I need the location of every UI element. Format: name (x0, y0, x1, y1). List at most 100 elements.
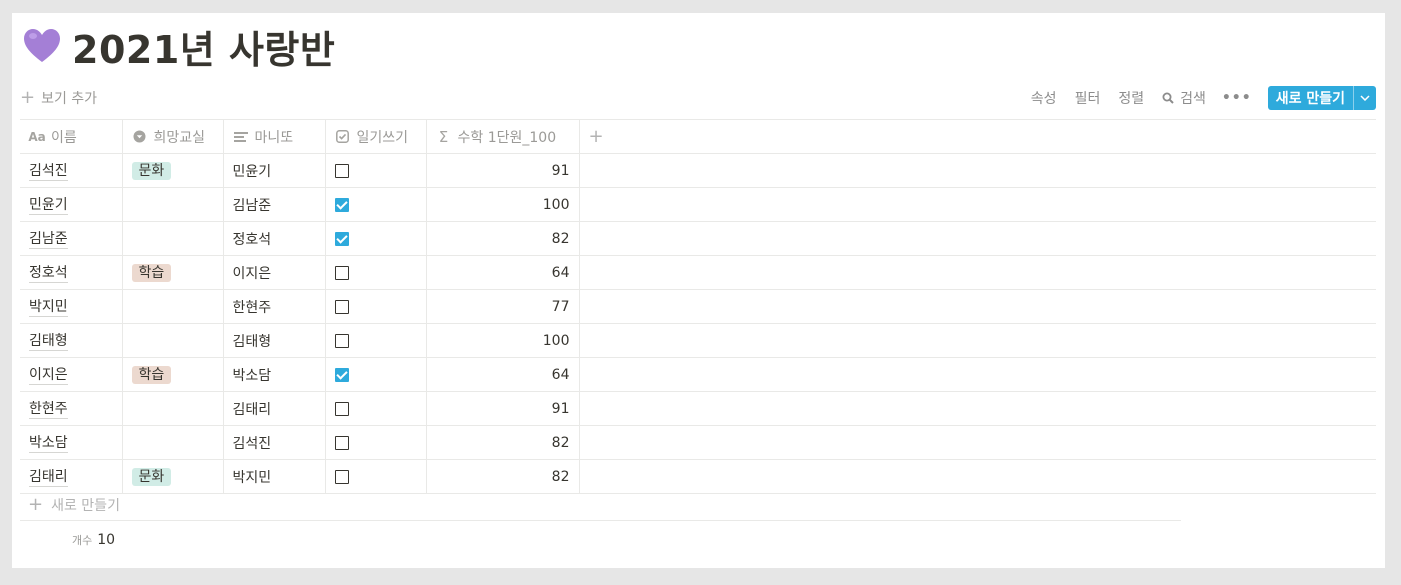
math-cell[interactable]: 100 (426, 187, 580, 222)
math-cell[interactable]: 82 (426, 425, 580, 460)
empty-cell (579, 153, 1376, 188)
room-cell[interactable] (122, 221, 224, 256)
diary-cell (325, 357, 427, 392)
more-icon[interactable]: ••• (1222, 90, 1252, 106)
plus-icon: + (28, 494, 44, 515)
new-row-button[interactable]: + 새로 만들기 (20, 490, 1181, 521)
table-row[interactable]: 김석진 문화 민윤기 91 (20, 153, 1376, 188)
add-view-button[interactable]: + 보기 추가 (20, 88, 97, 108)
name-cell[interactable]: 박소담 (20, 425, 123, 460)
manito-cell[interactable]: 박지민 (223, 459, 326, 494)
toolbar-actions: 속성 필터 정렬 검색 ••• 새로 만들기 (1013, 86, 1376, 110)
manito-cell[interactable]: 민윤기 (223, 153, 326, 188)
table-row[interactable]: 박소담 김석진 82 (20, 425, 1376, 460)
manito-cell[interactable]: 한현주 (223, 289, 326, 324)
manito-name: 정호석 (232, 231, 272, 248)
new-button[interactable]: 새로 만들기 (1267, 86, 1376, 110)
name-cell[interactable]: 한현주 (20, 391, 123, 426)
student-name: 이지은 (29, 364, 68, 385)
diary-checkbox[interactable] (334, 333, 349, 348)
room-tag: 학습 (131, 263, 172, 282)
table-row[interactable]: 박지민 한현주 77 (20, 289, 1376, 324)
table-row[interactable]: 민윤기 김남준 100 (20, 187, 1376, 222)
filter-button[interactable]: 필터 (1075, 88, 1101, 108)
table-row[interactable]: 한현주 김태리 91 (20, 391, 1376, 426)
diary-checkbox[interactable] (334, 231, 349, 246)
math-cell[interactable]: 82 (426, 221, 580, 256)
column-header-name[interactable]: Aa 이름 (20, 119, 123, 154)
properties-button[interactable]: 속성 (1031, 88, 1057, 108)
manito-cell[interactable]: 정호석 (223, 221, 326, 256)
manito-cell[interactable]: 김남준 (223, 187, 326, 222)
room-cell[interactable]: 학습 (122, 357, 224, 392)
add-view-label: 보기 추가 (41, 91, 98, 107)
diary-checkbox[interactable] (334, 265, 349, 280)
math-cell[interactable]: 91 (426, 153, 580, 188)
column-header-room[interactable]: 희망교실 (122, 119, 224, 154)
empty-cell (579, 255, 1376, 290)
chevron-down-icon[interactable] (1353, 86, 1376, 110)
diary-checkbox[interactable] (334, 197, 349, 212)
name-cell[interactable]: 김태형 (20, 323, 123, 358)
name-cell[interactable]: 민윤기 (20, 187, 123, 222)
diary-checkbox[interactable] (334, 469, 349, 484)
add-column-button[interactable]: + (579, 119, 1376, 154)
manito-cell[interactable]: 김석진 (223, 425, 326, 460)
checkbox-icon (335, 130, 351, 143)
math-cell[interactable]: 82 (426, 459, 580, 494)
manito-cell[interactable]: 박소담 (223, 357, 326, 392)
table-row[interactable]: 정호석 학습 이지은 64 (20, 255, 1376, 290)
new-row-label: 새로 만들기 (51, 498, 120, 514)
manito-cell[interactable]: 이지은 (223, 255, 326, 290)
room-cell[interactable]: 학습 (122, 255, 224, 290)
math-cell[interactable]: 77 (426, 289, 580, 324)
math-cell[interactable]: 100 (426, 323, 580, 358)
name-cell[interactable]: 정호석 (20, 255, 123, 290)
room-tag: 학습 (131, 365, 172, 384)
select-icon (132, 130, 148, 143)
count-summary[interactable]: 개수 10 (72, 532, 115, 548)
math-cell[interactable]: 64 (426, 255, 580, 290)
name-cell[interactable]: 박지민 (20, 289, 123, 324)
sort-button[interactable]: 정렬 (1118, 88, 1144, 108)
name-cell[interactable]: 김석진 (20, 153, 123, 188)
column-label: 수학 1단원_100 (457, 129, 557, 146)
sigma-icon: Σ (438, 127, 449, 146)
diary-checkbox[interactable] (334, 401, 349, 416)
diary-checkbox[interactable] (334, 435, 349, 450)
name-cell[interactable]: 이지은 (20, 357, 123, 392)
room-cell[interactable]: 문화 (122, 459, 224, 494)
manito-cell[interactable]: 김태형 (223, 323, 326, 358)
room-cell[interactable] (122, 187, 224, 222)
count-label: 개수 (72, 534, 93, 547)
diary-checkbox[interactable] (334, 367, 349, 382)
room-cell[interactable] (122, 323, 224, 358)
room-cell[interactable] (122, 425, 224, 460)
room-cell[interactable]: 문화 (122, 153, 224, 188)
column-label: 이름 (51, 129, 77, 146)
column-header-manito[interactable]: 마니또 (223, 119, 326, 154)
room-cell[interactable] (122, 289, 224, 324)
name-cell[interactable]: 김태리 (20, 459, 123, 494)
manito-name: 김남준 (232, 197, 272, 214)
math-score: 64 (551, 264, 570, 281)
table-row[interactable]: 김태리 문화 박지민 82 (20, 459, 1376, 494)
student-name: 김태형 (29, 330, 68, 351)
purple-heart-icon[interactable] (22, 26, 62, 66)
table-row[interactable]: 김태형 김태형 100 (20, 323, 1376, 358)
table-row[interactable]: 김남준 정호석 82 (20, 221, 1376, 256)
room-cell[interactable] (122, 391, 224, 426)
manito-cell[interactable]: 김태리 (223, 391, 326, 426)
table-row[interactable]: 이지은 학습 박소담 64 (20, 357, 1376, 392)
search-button[interactable]: 검색 (1162, 88, 1206, 108)
math-cell[interactable]: 91 (426, 391, 580, 426)
math-cell[interactable]: 64 (426, 357, 580, 392)
column-header-diary[interactable]: 일기쓰기 (325, 119, 427, 154)
count-value: 10 (97, 532, 116, 548)
page-title[interactable]: 2021년 사랑반 (72, 19, 335, 74)
math-score: 91 (551, 400, 570, 417)
diary-checkbox[interactable] (334, 299, 349, 314)
column-header-math[interactable]: Σ 수학 1단원_100 (426, 119, 580, 154)
diary-checkbox[interactable] (334, 163, 349, 178)
name-cell[interactable]: 김남준 (20, 221, 123, 256)
